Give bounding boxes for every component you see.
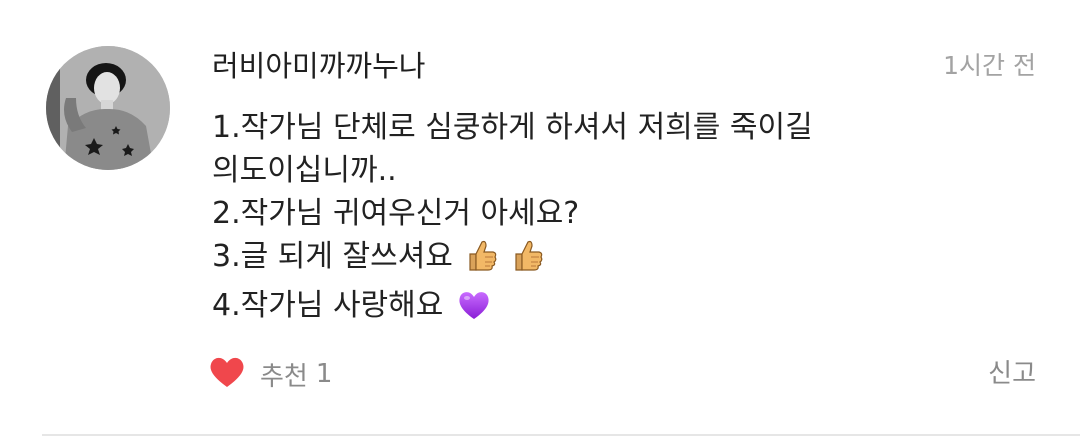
comment-body: 1.작가님 단체로 심쿵하게 하셔서 저희를 죽이길 의도이십니까.. 2.작가… xyxy=(212,106,1012,333)
comment-line-text: 4.작가님 사랑해요 xyxy=(212,288,444,323)
recommend-button[interactable]: 추천 1 xyxy=(208,355,332,393)
comment-line: 4.작가님 사랑해요 xyxy=(212,284,1012,333)
thumbs-up-icon xyxy=(466,238,498,284)
report-button[interactable]: 신고 xyxy=(988,354,1036,394)
avatar[interactable] xyxy=(46,46,170,170)
comment-line-text: 3.글 되게 잘쓰셔요 xyxy=(212,239,453,274)
comment-line: 3.글 되게 잘쓰셔요 xyxy=(212,235,1012,284)
comment-line: 의도이십니까.. xyxy=(212,149,1012,192)
recommend-label: 추천 xyxy=(260,361,308,392)
comment-line: 1.작가님 단체로 심쿵하게 하셔서 저희를 죽이길 xyxy=(212,106,1012,149)
comment-line: 2.작가님 귀여우신거 아세요? xyxy=(212,192,1012,235)
comment-line-text: 1.작가님 단체로 심쿵하게 하셔서 저희를 죽이길 xyxy=(212,110,813,145)
divider xyxy=(42,434,1080,436)
timestamp: 1시간 전 xyxy=(943,51,1036,80)
red-heart-icon[interactable] xyxy=(208,355,246,393)
comment-actions: 추천 1 xyxy=(208,352,332,396)
avatar-photo xyxy=(46,46,170,170)
thumbs-up-icon xyxy=(512,238,544,284)
purple-heart-icon xyxy=(457,289,491,333)
comment-line-text: 의도이십니까.. xyxy=(212,153,397,188)
comment-item: 러비아미까까누나 1시간 전 1.작가님 단체로 심쿵하게 하셔서 저희를 죽이… xyxy=(0,0,1080,440)
recommend-count: 1 xyxy=(315,359,333,389)
username[interactable]: 러비아미까까누나 xyxy=(212,46,425,86)
comment-line-text: 2.작가님 귀여우신거 아세요? xyxy=(212,196,580,231)
